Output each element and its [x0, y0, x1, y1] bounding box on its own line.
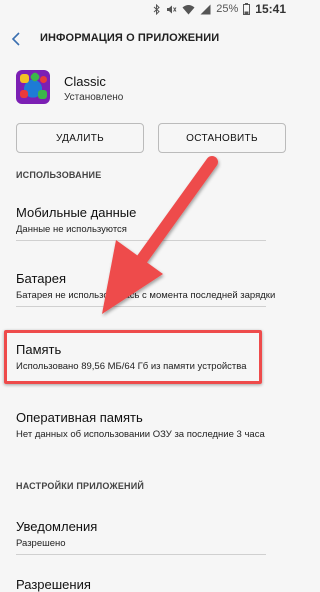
settings-item-title: Уведомления — [16, 519, 98, 534]
app-bar: ИНФОРМАЦИЯ О ПРИЛОЖЕНИИ — [0, 22, 296, 56]
usage-item-battery[interactable]: Батарея Батарея не использовалась с моме… — [0, 271, 296, 311]
uninstall-button[interactable]: УДАЛИТЬ — [16, 123, 144, 153]
divider — [16, 554, 266, 555]
section-label-usage: ИСПОЛЬЗОВАНИЕ — [16, 170, 102, 180]
app-icon — [16, 70, 50, 104]
battery-percent: 25% — [216, 3, 239, 15]
force-stop-button[interactable]: ОСТАНОВИТЬ — [158, 123, 286, 153]
storage-highlight-box — [4, 330, 262, 384]
battery-icon — [243, 3, 251, 15]
usage-item-mobile-data[interactable]: Мобильные данные Данные не используются — [0, 205, 296, 245]
app-install-status: Установлено — [64, 92, 124, 103]
signal-icon — [200, 4, 211, 14]
chevron-left-icon[interactable] — [8, 30, 26, 48]
usage-item-subtitle: Данные не используются — [16, 224, 127, 235]
divider — [16, 240, 266, 241]
page-title: ИНФОРМАЦИЯ О ПРИЛОЖЕНИИ — [40, 32, 220, 44]
section-label-app-settings: НАСТРОЙКИ ПРИЛОЖЕНИЙ — [16, 481, 145, 491]
mute-icon — [167, 5, 177, 13]
usage-item-subtitle: Батарея не использовалась с момента посл… — [16, 290, 276, 301]
usage-item-ram[interactable]: Оперативная память Нет данных об использ… — [0, 410, 296, 450]
app-name: Classic — [64, 74, 106, 89]
usage-item-title: Мобильные данные — [16, 205, 137, 220]
status-icons: 25% 15:41 — [153, 0, 286, 18]
wifi-icon — [182, 4, 195, 14]
clock: 15:41 — [255, 2, 286, 16]
settings-item-notifications[interactable]: Уведомления Разрешено — [0, 519, 296, 559]
status-bar: 25% 15:41 — [0, 0, 296, 18]
app-summary: Classic Установлено — [0, 68, 296, 112]
usage-item-title: Батарея — [16, 271, 67, 286]
divider — [16, 306, 266, 307]
usage-item-title: Оперативная память — [16, 410, 143, 425]
settings-item-permissions[interactable]: Разрешения — [0, 577, 296, 592]
bluetooth-icon — [153, 3, 160, 15]
settings-item-subtitle: Разрешено — [16, 538, 66, 549]
usage-item-subtitle: Нет данных об использовании ОЗУ за после… — [16, 429, 265, 440]
